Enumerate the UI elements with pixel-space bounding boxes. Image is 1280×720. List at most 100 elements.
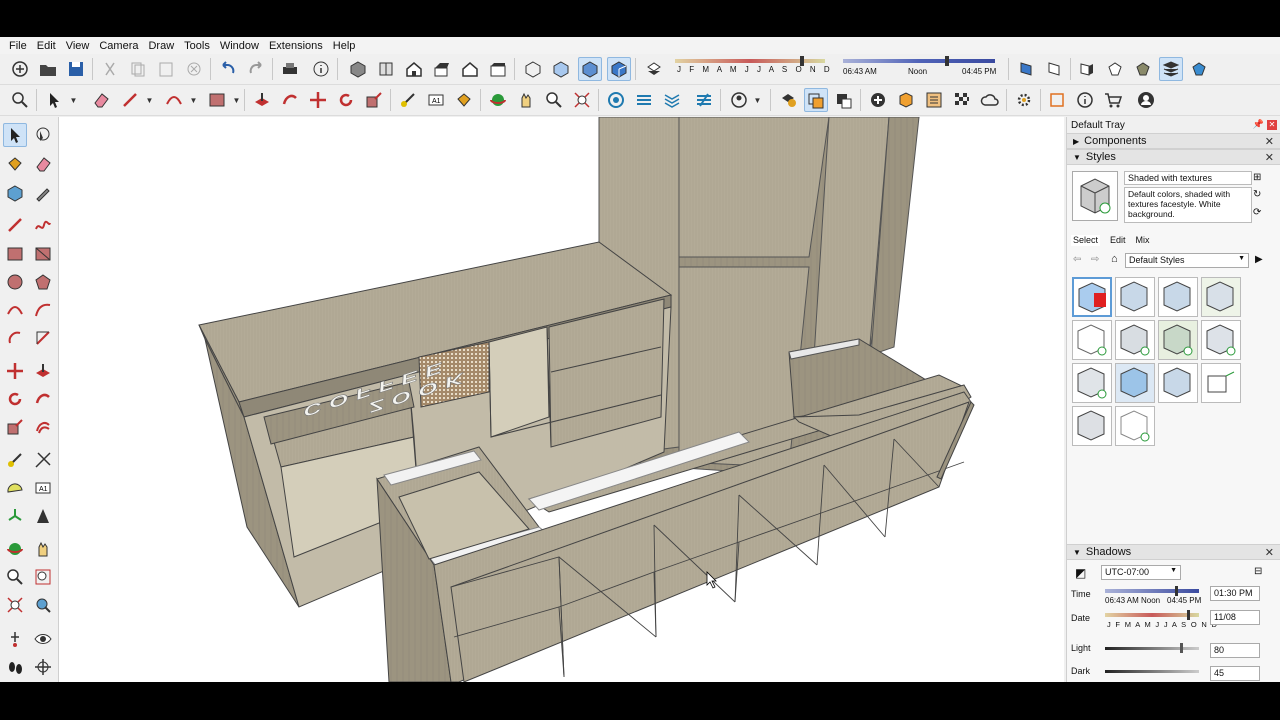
pencil-line-icon[interactable]: [3, 213, 27, 237]
polygon-tool-icon[interactable]: [31, 270, 55, 294]
rectangle-tool-icon[interactable]: [205, 88, 229, 112]
tape-measure-large-icon[interactable]: [3, 448, 27, 472]
style-thumbnail[interactable]: [1072, 320, 1112, 360]
style-thumbnail[interactable]: [1158, 363, 1198, 403]
dark-slider[interactable]: [1105, 670, 1199, 673]
pan-icon[interactable]: [514, 88, 538, 112]
follow-me-icon[interactable]: [278, 88, 302, 112]
follow-me-large-icon[interactable]: [31, 387, 55, 411]
menu-edit[interactable]: Edit: [32, 40, 61, 52]
light-slider-thumb[interactable]: [1180, 643, 1183, 653]
eraser-large-icon[interactable]: [31, 152, 55, 176]
pie-tool-icon[interactable]: [3, 326, 27, 350]
style-thumbnail[interactable]: [1115, 363, 1155, 403]
push-pull-icon[interactable]: [250, 88, 274, 112]
light-input[interactable]: 80: [1210, 643, 1260, 658]
rectangle-large-icon[interactable]: [3, 242, 27, 266]
style-thumbnail[interactable]: [1072, 406, 1112, 446]
menu-window[interactable]: Window: [215, 40, 264, 52]
pin-icon[interactable]: 📌: [1253, 119, 1264, 130]
arc-tool-icon[interactable]: [162, 88, 186, 112]
shape-dropdown-icon[interactable]: ▼: [233, 88, 241, 112]
style-description-field[interactable]: Default colors, shaded with textures fac…: [1124, 187, 1252, 223]
menu-camera[interactable]: Camera: [94, 40, 143, 52]
redo-icon[interactable]: [244, 57, 268, 81]
hidden-line-icon[interactable]: [549, 57, 573, 81]
push-pull-large-icon[interactable]: [31, 359, 55, 383]
outer-shell-icon[interactable]: [804, 88, 828, 112]
back-view-icon[interactable]: [458, 57, 482, 81]
style-library-select[interactable]: Default Styles ▼: [1125, 253, 1249, 268]
time-input[interactable]: 01:30 PM: [1210, 586, 1260, 601]
arc-dropdown-icon[interactable]: ▼: [190, 88, 198, 112]
select-tool-icon[interactable]: [42, 88, 66, 112]
shadows-toggle-icon[interactable]: [642, 57, 666, 81]
right-view-icon[interactable]: [430, 57, 454, 81]
make-component-icon[interactable]: [3, 181, 27, 205]
model-viewport[interactable]: COFFEE ZOOK: [59, 117, 1064, 682]
arc-center-icon[interactable]: [31, 326, 55, 350]
zoom-tool-icon[interactable]: [542, 88, 566, 112]
date-input[interactable]: 11/08: [1210, 610, 1260, 625]
zoom-icon[interactable]: [8, 88, 32, 112]
cut-icon[interactable]: [98, 57, 122, 81]
shadow-time-thumb[interactable]: [945, 56, 949, 66]
menu-view[interactable]: View: [61, 40, 95, 52]
style-thumbnail[interactable]: [1201, 363, 1241, 403]
look-around-icon[interactable]: [31, 627, 55, 651]
text-large-icon[interactable]: A1: [31, 476, 55, 500]
open-folder-icon[interactable]: [36, 57, 60, 81]
pan-large-icon[interactable]: [31, 537, 55, 561]
previous-view-icon[interactable]: [31, 593, 55, 617]
circle-tool-icon[interactable]: [3, 270, 27, 294]
select-dropdown-icon[interactable]: ▼: [70, 88, 78, 112]
style-hidden-icon[interactable]: [1131, 57, 1155, 81]
tape-measure-icon[interactable]: [396, 88, 420, 112]
walk-icon[interactable]: [3, 655, 27, 679]
zoom-large-icon[interactable]: [3, 565, 27, 589]
paint-bucket-large-icon[interactable]: [3, 152, 27, 176]
shadow-toggle-icon[interactable]: ◩: [1075, 566, 1086, 580]
intersect-icon[interactable]: [832, 88, 856, 112]
rotate-large-icon[interactable]: [3, 387, 27, 411]
front-view-icon[interactable]: [402, 57, 426, 81]
account-menu-icon[interactable]: [727, 88, 751, 112]
close-icon[interactable]: ✕: [1265, 135, 1274, 148]
details-icon[interactable]: ⊟: [1254, 566, 1262, 577]
move-tool-icon[interactable]: [306, 88, 330, 112]
walkthrough-icon[interactable]: [1075, 57, 1099, 81]
position-camera-icon[interactable]: [3, 627, 27, 651]
offset-tool-icon[interactable]: [31, 415, 55, 439]
rotated-rectangle-icon[interactable]: [31, 242, 55, 266]
ruby-console-icon[interactable]: [922, 88, 946, 112]
iso-view-icon[interactable]: [346, 57, 370, 81]
account-dropdown-icon[interactable]: ▼: [754, 88, 762, 112]
style-wire-icon[interactable]: [1103, 57, 1127, 81]
shopping-cart-icon[interactable]: [1101, 88, 1125, 112]
add-location-icon[interactable]: [866, 88, 890, 112]
menu-help[interactable]: Help: [328, 40, 361, 52]
arc-3pt-icon[interactable]: [31, 298, 55, 322]
tab-edit[interactable]: Edit: [1110, 235, 1126, 246]
style-thumbnail[interactable]: [1201, 277, 1241, 317]
style-thumbnail[interactable]: [1115, 320, 1155, 360]
layers-icon[interactable]: [1159, 57, 1183, 81]
orbit-icon[interactable]: [486, 88, 510, 112]
home-icon[interactable]: ⌂: [1111, 253, 1118, 265]
styles-panel-header[interactable]: ▼ Styles ✕: [1067, 149, 1280, 165]
warehouse-icon[interactable]: [604, 88, 628, 112]
dimension-tool-icon[interactable]: [31, 448, 55, 472]
shaded-textures-icon[interactable]: [607, 57, 631, 81]
section-display-icon[interactable]: [1042, 57, 1066, 81]
erase-selection-icon[interactable]: [182, 57, 206, 81]
details-arrow-icon[interactable]: ▶: [1255, 254, 1263, 265]
dark-input[interactable]: 45: [1210, 666, 1260, 681]
layout-icon[interactable]: [660, 88, 684, 112]
forward-arrow-icon[interactable]: ⇨: [1091, 254, 1099, 265]
style-name-field[interactable]: Shaded with textures: [1124, 171, 1252, 185]
style-color-icon[interactable]: [1187, 57, 1211, 81]
scale-tool-icon[interactable]: [362, 88, 386, 112]
3d-text-icon[interactable]: [31, 504, 55, 528]
section-plane-large-icon[interactable]: [31, 655, 55, 679]
menu-extensions[interactable]: Extensions: [264, 40, 328, 52]
